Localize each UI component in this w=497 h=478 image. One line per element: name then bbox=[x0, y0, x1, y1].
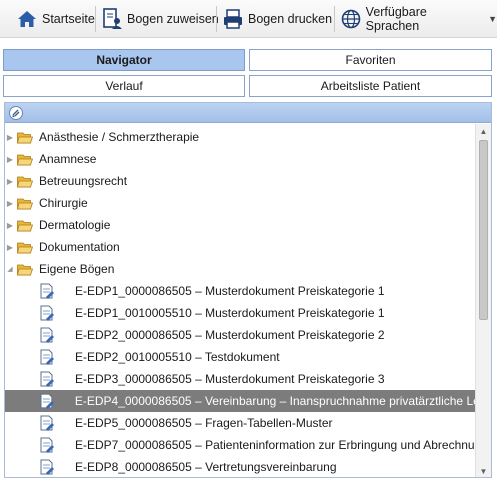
tree-document-label: E-EDP2_0010005510 – Testdokument bbox=[75, 350, 280, 364]
toolbar-divider bbox=[334, 6, 335, 32]
document-icon bbox=[40, 349, 54, 365]
tree-document[interactable]: E-EDP1_0000086505 – Musterdokument Preis… bbox=[5, 280, 476, 302]
assign-form-label: Bogen zuweisen bbox=[127, 12, 219, 26]
tree-document-label: E-EDP7_0000086505 – Patienteninformation… bbox=[75, 438, 475, 452]
tree-document[interactable]: E-EDP3_0000086505 – Musterdokument Preis… bbox=[5, 368, 476, 390]
document-icon bbox=[40, 283, 54, 299]
navigator-panel: ▶ Anästhesie / Schmerztherapie ▶ Anamnes… bbox=[4, 102, 492, 478]
tab-worklist-label: Arbeitsliste Patient bbox=[320, 79, 421, 93]
folder-icon bbox=[17, 132, 33, 143]
tree-folder[interactable]: ▶ Betreuungsrecht bbox=[5, 170, 476, 192]
tree-document[interactable]: E-EDP8_0000086505 – Vertretungsvereinbar… bbox=[5, 456, 476, 477]
panel-header bbox=[5, 103, 491, 123]
tree-document-label: E-EDP2_0000086505 – Musterdokument Preis… bbox=[75, 328, 385, 342]
tree-document-label: E-EDP1_0010005510 – Musterdokument Preis… bbox=[75, 306, 385, 320]
collapse-icon bbox=[12, 109, 20, 117]
chevron-down-icon: ▼ bbox=[488, 14, 497, 24]
tab-history-label: Verlauf bbox=[105, 79, 143, 93]
folder-icon bbox=[17, 198, 33, 209]
scroll-down-icon[interactable]: ▼ bbox=[476, 464, 491, 477]
document-icon bbox=[40, 327, 54, 343]
document-icon bbox=[40, 437, 54, 453]
folder-icon bbox=[17, 242, 33, 253]
document-icon bbox=[40, 371, 54, 387]
toolbar: Startseite Bogen zuweisen Bogen drucken … bbox=[0, 0, 497, 38]
tree-document[interactable]: E-EDP5_0000086505 – Fragen-Tabellen-Must… bbox=[5, 412, 476, 434]
tab-worklist[interactable]: Arbeitsliste Patient bbox=[249, 75, 492, 97]
tab-navigator[interactable]: Navigator bbox=[3, 49, 245, 71]
tree-folder-label: Anästhesie / Schmerztherapie bbox=[39, 130, 200, 144]
print-form-button[interactable]: Bogen drucken bbox=[222, 5, 332, 33]
folder-icon bbox=[17, 154, 33, 165]
tree-document[interactable]: E-EDP7_0000086505 – Patienteninformation… bbox=[5, 434, 476, 456]
form-tree: ▶ Anästhesie / Schmerztherapie ▶ Anamnes… bbox=[5, 124, 476, 477]
expand-arrow-icon[interactable]: ▶ bbox=[5, 133, 15, 142]
home-icon bbox=[16, 8, 38, 30]
tree-document-label: E-EDP4_0000086505 – Vereinbarung – Inans… bbox=[74, 394, 476, 408]
toolbar-divider bbox=[95, 6, 96, 32]
tree-folder[interactable]: ▶ Chirurgie bbox=[5, 192, 476, 214]
tree-folder-label: Eigene Bögen bbox=[39, 262, 115, 276]
tree-document[interactable]: E-EDP1_0010005510 – Musterdokument Preis… bbox=[5, 302, 476, 324]
tree-document-selected[interactable]: E-EDP4_0000086505 – Vereinbarung – Inans… bbox=[5, 390, 476, 412]
printer-icon bbox=[222, 8, 244, 30]
tree-folder[interactable]: ▶ Dokumentation bbox=[5, 236, 476, 258]
tree-document-label: E-EDP3_0000086505 – Musterdokument Preis… bbox=[75, 372, 385, 386]
collapse-arrow-icon[interactable]: ◢ bbox=[5, 265, 15, 273]
expand-arrow-icon[interactable]: ▶ bbox=[5, 199, 15, 208]
tree-document-label: E-EDP8_0000086505 – Vertretungsvereinbar… bbox=[75, 460, 337, 474]
tab-history[interactable]: Verlauf bbox=[3, 75, 245, 97]
document-icon bbox=[40, 415, 54, 431]
document-icon bbox=[40, 459, 54, 475]
document-icon bbox=[40, 393, 54, 409]
collapse-all-button[interactable] bbox=[9, 106, 23, 120]
home-label: Startseite bbox=[42, 12, 95, 26]
tree-folder[interactable]: ▶ Anamnese bbox=[5, 148, 476, 170]
tree-folder-label: Chirurgie bbox=[39, 196, 88, 210]
assign-form-button[interactable]: Bogen zuweisen bbox=[101, 5, 219, 33]
globe-icon bbox=[340, 8, 362, 30]
scroll-up-icon[interactable]: ▲ bbox=[476, 124, 491, 138]
tree-document[interactable]: E-EDP2_0010005510 – Testdokument bbox=[5, 346, 476, 368]
document-icon bbox=[40, 305, 54, 321]
expand-arrow-icon[interactable]: ▶ bbox=[5, 155, 15, 164]
tab-favorites[interactable]: Favoriten bbox=[249, 49, 492, 71]
home-button[interactable]: Startseite bbox=[16, 5, 95, 33]
scroll-thumb[interactable] bbox=[479, 140, 488, 320]
tree-document-label: E-EDP1_0000086505 – Musterdokument Preis… bbox=[75, 284, 385, 298]
tree-folder[interactable]: ▶ Dermatologie bbox=[5, 214, 476, 236]
tree-document[interactable]: E-EDP2_0000086505 – Musterdokument Preis… bbox=[5, 324, 476, 346]
folder-icon bbox=[17, 220, 33, 231]
print-form-label: Bogen drucken bbox=[248, 12, 333, 26]
tab-navigator-label: Navigator bbox=[96, 53, 152, 67]
tree-folder-label: Dokumentation bbox=[39, 240, 120, 254]
folder-open-icon bbox=[17, 264, 33, 275]
tree-folder-label: Betreuungsrecht bbox=[39, 174, 128, 188]
tree-folder-label: Anamnese bbox=[39, 152, 97, 166]
folder-icon bbox=[17, 176, 33, 187]
expand-arrow-icon[interactable]: ▶ bbox=[5, 221, 15, 230]
tree-folder-label: Dermatologie bbox=[39, 218, 111, 232]
languages-label: Verfügbare Sprachen bbox=[365, 5, 427, 33]
assign-form-icon bbox=[101, 8, 123, 30]
tree-folder-expanded[interactable]: ◢ Eigene Bögen bbox=[5, 258, 476, 280]
expand-arrow-icon[interactable]: ▶ bbox=[5, 177, 15, 186]
languages-dropdown[interactable]: Verfügbare Sprachen ▼ bbox=[340, 5, 497, 33]
tree-folder[interactable]: ▶ Anästhesie / Schmerztherapie bbox=[5, 126, 476, 148]
toolbar-divider bbox=[216, 6, 217, 32]
expand-arrow-icon[interactable]: ▶ bbox=[5, 243, 15, 252]
vertical-scrollbar[interactable]: ▲ ▼ bbox=[475, 124, 491, 477]
tab-favorites-label: Favoriten bbox=[345, 53, 396, 67]
tree-document-label: E-EDP5_0000086505 – Fragen-Tabellen-Must… bbox=[75, 416, 333, 430]
